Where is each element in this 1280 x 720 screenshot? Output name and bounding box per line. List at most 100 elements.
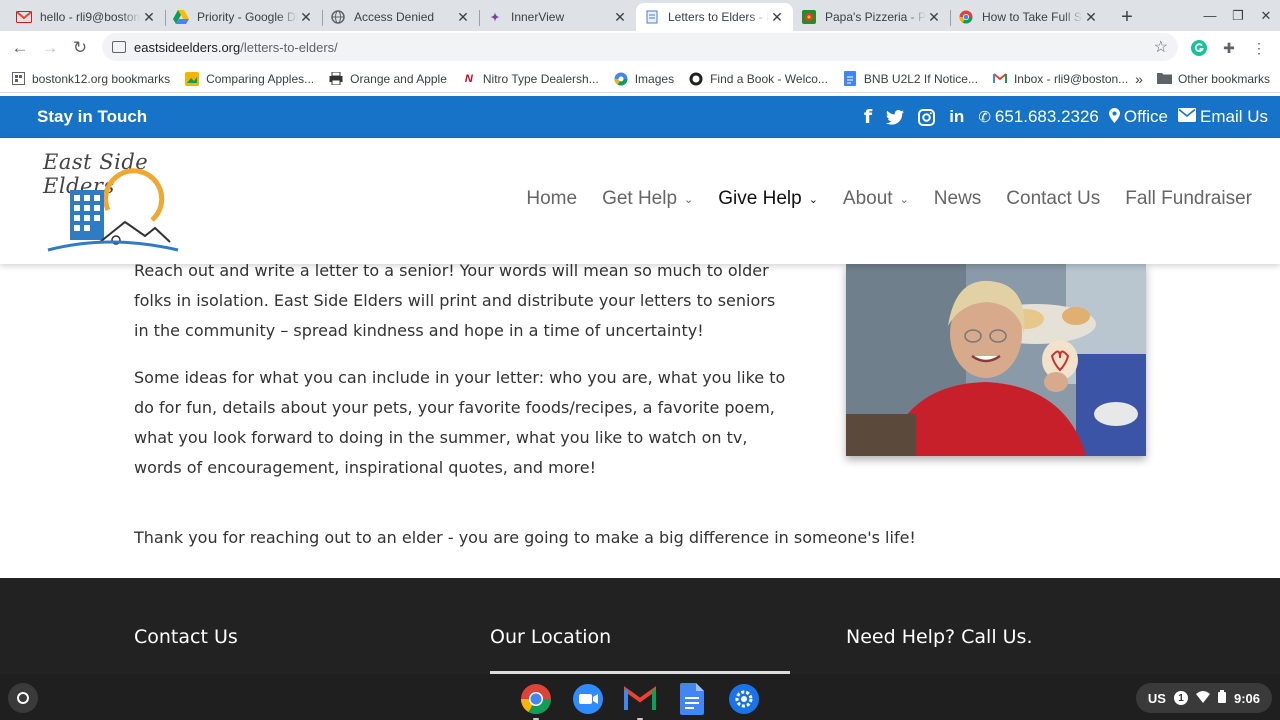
top-bar-links: f in ✆ 651.683.2326 Office Email Us [864,96,1280,138]
wifi-icon [1195,690,1210,706]
twitter-icon[interactable] [886,109,905,125]
bookmarks-bar: bostonk12.org bookmarks Comparing Apples… [0,65,1280,93]
nav-label: Contact Us [1006,188,1101,209]
bookmark-label: Comparing Apples... [206,71,315,86]
email-label: Email Us [1199,107,1268,126]
bookmark-item[interactable]: N Nitro Type Dealersh... [461,71,599,87]
main-nav: Home Get Help ⌄ Give Help ⌄ About ⌄ News Co… [501,188,1252,210]
back-button[interactable]: ← [5,33,35,63]
close-icon[interactable]: ✕ [612,9,628,26]
nav-news[interactable]: News [934,188,982,210]
map-pin-icon [1108,107,1120,127]
nav-label: Fall Fundraiser [1125,188,1252,209]
close-icon[interactable]: ✕ [298,9,314,26]
facebook-icon[interactable]: f [864,106,872,128]
site-logo[interactable]: East Side Elders [40,150,190,254]
nav-label: Give Help [718,188,802,209]
bookmark-item[interactable]: BNB U2L2 If Notice... [842,71,978,87]
minimize-icon[interactable]: — [1196,0,1224,31]
bookmarks-overflow-button[interactable]: » [1135,71,1143,87]
pizzeria-icon [801,9,817,25]
page-info-icon[interactable] [112,41,126,53]
nitro-icon: N [464,72,473,85]
nav-give-help[interactable]: Give Help ⌄ [718,188,818,210]
url-path: /letters-to-elders/ [240,39,338,55]
nav-fall-fundraiser[interactable]: Fall Fundraiser [1125,188,1252,210]
tab-title: Papa's Pizzeria - Play [825,10,926,24]
shelf-app-docs[interactable] [674,681,710,717]
launcher-icon [17,692,29,704]
shelf-app-chrome[interactable] [518,681,554,720]
address-bar[interactable]: eastsideelders.org/letters-to-elders/ ☆ [102,33,1178,61]
shelf-app-settings[interactable] [726,681,762,717]
status-tray[interactable]: US 1 9:06 [1135,683,1272,713]
tab-innerview[interactable]: ✦ InnerView ✕ [479,3,636,31]
chrome-icon [521,684,551,715]
bookmark-item[interactable]: Comparing Apples... [184,71,314,87]
phone-link[interactable]: ✆ 651.683.2326 [978,107,1099,127]
launcher-button[interactable] [8,683,38,713]
close-icon[interactable]: ✕ [926,9,942,26]
linkedin-icon[interactable]: in [949,107,964,127]
tab-letters-to-elders[interactable]: Letters to Elders - East Side Elders ✕ [636,3,793,31]
nav-contact-us[interactable]: Contact Us [1006,188,1100,210]
google-drive-icon [173,9,189,25]
close-icon[interactable]: ✕ [455,9,471,26]
office-link[interactable]: Office [1108,107,1168,127]
google-images-icon [613,71,629,87]
ideas-paragraph: Some ideas for what you can include in y… [134,368,786,477]
logo-graphic [47,168,179,252]
page-content: Reach out and write a letter to a senior… [0,261,1280,578]
restore-icon[interactable]: ❐ [1224,0,1252,31]
settings-icon [729,684,759,714]
tab-papas-pizzeria[interactable]: Papa's Pizzeria - Play ✕ [793,3,950,31]
innerview-icon: ✦ [490,11,500,24]
bookmark-label: Inbox - rli9@boston... [1013,71,1129,86]
clock: 9:06 [1233,690,1260,706]
gmail-icon [624,686,656,710]
bookmark-item[interactable]: bostonk12.org bookmarks [10,71,170,87]
volunteer-photo [846,264,1146,456]
bookmarks-right: » Other bookmarks [1135,65,1270,93]
bookmark-item[interactable]: Images [613,71,674,87]
google-docs-icon [680,683,704,715]
office-label: Office [1123,107,1168,126]
tab-access-denied[interactable]: Access Denied ✕ [322,3,479,31]
footer-contact-heading: Contact Us [134,626,238,648]
close-window-icon[interactable]: ✕ [1252,0,1280,31]
nav-about[interactable]: About ⌄ [843,188,909,210]
tab-gmail[interactable]: hello - rli9@bostonk12.org ✕ [8,3,165,31]
bookmark-label: Images [634,71,675,86]
more-menu-icon[interactable]: ⋮ [1248,37,1270,59]
nav-label: Home [526,188,578,209]
tab-title: Priority - Google Drive [197,10,298,24]
nav-label: About [842,188,893,209]
envelope-icon [1177,108,1196,126]
email-link[interactable]: Email Us [1177,107,1268,127]
bookmark-item[interactable]: Orange and Apple [328,71,447,87]
instagram-icon[interactable] [918,108,936,126]
bookmark-item[interactable]: Inbox - rli9@boston... [992,71,1128,87]
nav-home[interactable]: Home [526,188,577,210]
site-header: East Side Elders Home Get Help ⌄ Give Hel… [0,138,1280,264]
tab-title: Letters to Elders - East Side Elders [668,10,769,24]
close-icon[interactable]: ✕ [1083,9,1099,26]
notification-count: 1 [1173,691,1188,705]
bookmark-item[interactable]: Find a Book - Welco... [688,71,828,87]
shelf-app-gmail[interactable] [622,681,658,720]
new-tab-button[interactable]: + [1113,3,1141,31]
site-top-bar: Stay in Touch f in ✆ 651.683.2326 Office … [0,96,1280,138]
tab-google-drive[interactable]: Priority - Google Drive ✕ [165,3,322,31]
nav-get-help[interactable]: Get Help ⌄ [602,188,693,210]
forward-button[interactable]: → [35,33,65,63]
extensions-puzzle-icon[interactable]: ✚ [1218,37,1240,59]
phone-number: 651.683.2326 [994,107,1099,126]
close-icon[interactable]: ✕ [769,9,785,26]
tab-full-screenshot[interactable]: How to Take Full Screenshot ✕ [950,3,1107,31]
close-icon[interactable]: ✕ [141,9,157,26]
bookmark-star-icon[interactable]: ☆ [1154,37,1168,57]
reload-button[interactable]: ↻ [65,33,95,63]
other-bookmarks-button[interactable]: Other bookmarks [1178,72,1270,86]
grammarly-icon[interactable] [1188,37,1210,59]
shelf-app-zoom[interactable] [570,681,606,717]
